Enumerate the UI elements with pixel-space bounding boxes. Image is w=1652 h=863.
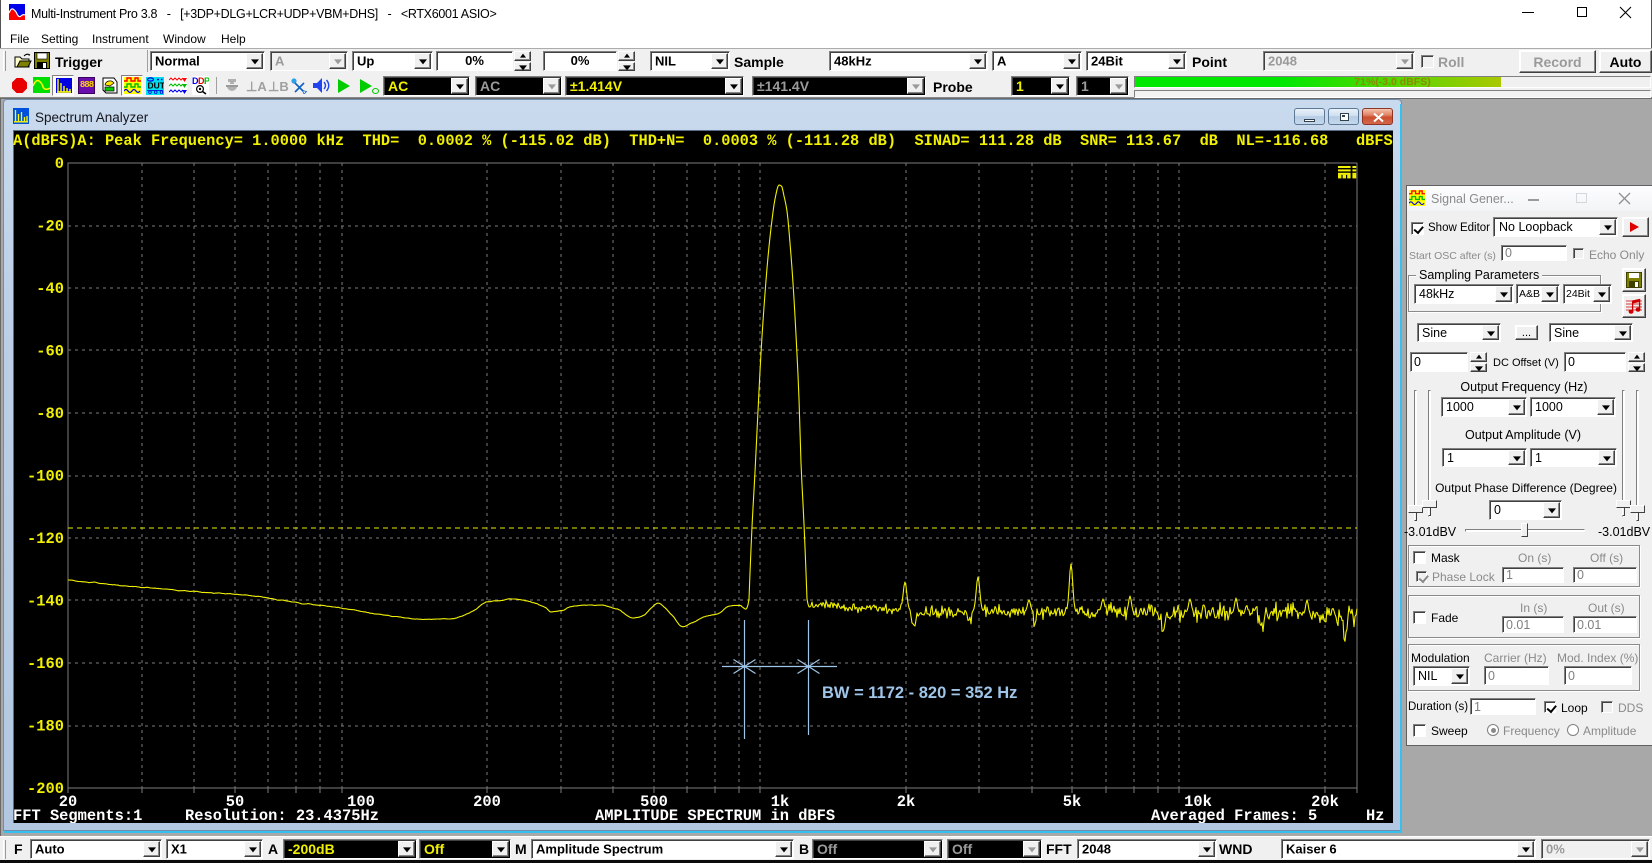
svg-text:200: 200: [473, 793, 501, 811]
svg-text:2k: 2k: [897, 793, 915, 811]
svg-text:-60: -60: [36, 343, 64, 361]
svg-text:Resolution: 23.4375Hz: Resolution: 23.4375Hz: [185, 807, 379, 823]
svg-text:-160: -160: [27, 655, 64, 673]
svg-text:A(dBFS)A: Peak Frequency= 1.00: A(dBFS)A: Peak Frequency= 1.0000 kHz THD…: [13, 132, 1393, 150]
svg-text:0: 0: [55, 155, 64, 173]
svg-text:FFT Segments:1: FFT Segments:1: [13, 807, 142, 823]
svg-text:P: P: [204, 76, 209, 86]
svg-text:-120: -120: [27, 530, 64, 548]
svg-text:Hz: Hz: [1366, 807, 1384, 823]
svg-text:-80: -80: [36, 405, 64, 423]
svg-text:-140: -140: [27, 593, 64, 611]
svg-text:o o o: o o o: [148, 89, 164, 95]
svg-text:-20: -20: [36, 218, 64, 236]
svg-text:-180: -180: [27, 718, 64, 736]
svg-text:-100: -100: [27, 468, 64, 486]
svg-text:5k: 5k: [1063, 793, 1081, 811]
svg-text:BW = 1172 - 820 = 352 Hz: BW = 1172 - 820 = 352 Hz: [822, 684, 1017, 702]
svg-text:Averaged Frames: 5: Averaged Frames: 5: [1151, 807, 1317, 823]
svg-text:-40: -40: [36, 280, 64, 298]
svg-text:AMPLITUDE SPECTRUM in dBFS: AMPLITUDE SPECTRUM in dBFS: [595, 807, 835, 823]
